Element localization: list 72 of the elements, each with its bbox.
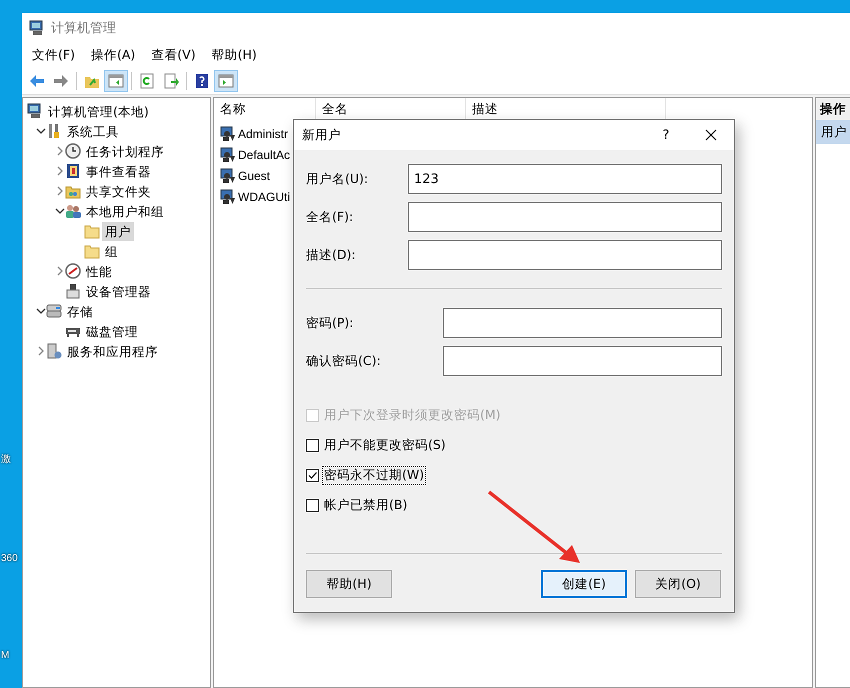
dialog-button[interactable]: 创建(E) bbox=[541, 570, 627, 598]
device-icon bbox=[65, 283, 81, 299]
field-label: 确认密码(C): bbox=[306, 352, 382, 370]
user-icon bbox=[220, 126, 236, 142]
tree-item[interactable]: 事件查看器 bbox=[83, 162, 154, 180]
tree-item[interactable]: 任务计划程序 bbox=[83, 142, 167, 160]
menu-item[interactable]: 帮助(H) bbox=[210, 47, 265, 64]
text-field[interactable] bbox=[443, 346, 722, 376]
refresh-icon bbox=[139, 73, 155, 89]
checkbox[interactable] bbox=[306, 438, 319, 452]
field-label: 描述(D): bbox=[306, 246, 357, 264]
computer-icon bbox=[29, 20, 45, 36]
pane-toggle-icon bbox=[108, 73, 124, 89]
storage-icon bbox=[46, 303, 62, 319]
tree-item[interactable]: 共享文件夹 bbox=[83, 182, 154, 200]
log-book-icon bbox=[65, 163, 81, 179]
window-title: 计算机管理 bbox=[51, 20, 116, 37]
dialog-button[interactable]: 关闭(O) bbox=[635, 570, 721, 598]
computer-icon bbox=[27, 103, 43, 119]
checkbox[interactable] bbox=[306, 468, 319, 482]
close-icon bbox=[705, 129, 717, 141]
field-label: 密码(P): bbox=[306, 314, 355, 332]
user-icon bbox=[220, 146, 236, 162]
checkbox-label: 用户下次登录时须更改密码(M) bbox=[323, 406, 502, 424]
checkbox-label[interactable]: 密码永不过期(W) bbox=[322, 466, 426, 484]
tree-item[interactable]: 服务和应用程序 bbox=[64, 342, 161, 360]
text-field[interactable] bbox=[408, 240, 722, 270]
table-cell[interactable]: Guest bbox=[238, 168, 270, 182]
text-field[interactable]: 123 bbox=[408, 164, 722, 194]
checkbox[interactable] bbox=[306, 498, 319, 512]
menu-item[interactable]: 文件(F) bbox=[30, 47, 83, 64]
user-icon bbox=[220, 168, 236, 184]
text-field[interactable] bbox=[408, 202, 722, 232]
user-icon bbox=[220, 188, 236, 204]
tree-item[interactable]: 设备管理器 bbox=[83, 282, 154, 300]
tree-item[interactable]: 本地用户和组 bbox=[83, 202, 167, 220]
services-icon bbox=[46, 343, 62, 359]
export-icon bbox=[163, 73, 179, 89]
action-item[interactable]: 用户 bbox=[816, 120, 850, 144]
tree-item[interactable]: 性能 bbox=[83, 262, 115, 280]
field-label: 全名(F): bbox=[306, 208, 354, 226]
help-icon bbox=[194, 73, 210, 89]
tree-item[interactable]: 组 bbox=[102, 242, 121, 260]
tree-item[interactable]: 系统工具 bbox=[64, 122, 122, 140]
clock-icon bbox=[65, 143, 81, 159]
gauge-icon bbox=[65, 263, 81, 279]
menu-item[interactable]: 操作(A) bbox=[88, 47, 144, 64]
field-label: 用户名(U): bbox=[306, 170, 370, 188]
tree-item[interactable]: 磁盘管理 bbox=[83, 322, 141, 340]
tree-item[interactable]: 计算机管理(本地) bbox=[45, 102, 152, 120]
dialog-button[interactable]: 帮助(H) bbox=[306, 570, 392, 598]
dialog-title: 新用户 bbox=[302, 126, 342, 144]
menu-item[interactable]: 查看(V) bbox=[149, 47, 204, 64]
table-cell[interactable]: DefaultAc bbox=[238, 148, 290, 162]
folder-icon bbox=[84, 243, 100, 259]
tools-icon bbox=[46, 123, 62, 139]
tree-item[interactable]: 存储 bbox=[64, 302, 96, 320]
checkbox-label[interactable]: 用户不能更改密码(S) bbox=[322, 436, 448, 454]
help-button[interactable]: ? bbox=[644, 128, 688, 142]
tree-item[interactable]: 用户 bbox=[102, 222, 134, 240]
back-arrow-icon bbox=[29, 73, 45, 89]
table-cell[interactable]: Administr bbox=[238, 126, 288, 140]
toolbar-button[interactable] bbox=[214, 70, 238, 92]
checkbox-label[interactable]: 帐户已禁用(B) bbox=[322, 496, 410, 514]
actions-header: 操作 bbox=[816, 98, 850, 120]
pane-toggle-icon bbox=[218, 73, 234, 89]
folder-icon bbox=[84, 223, 100, 239]
forward-arrow-icon bbox=[53, 73, 69, 89]
users-icon bbox=[65, 203, 81, 219]
text-field[interactable] bbox=[443, 308, 722, 338]
toolbar-button[interactable] bbox=[104, 70, 128, 92]
table-cell[interactable]: WDAGUti bbox=[238, 190, 290, 204]
